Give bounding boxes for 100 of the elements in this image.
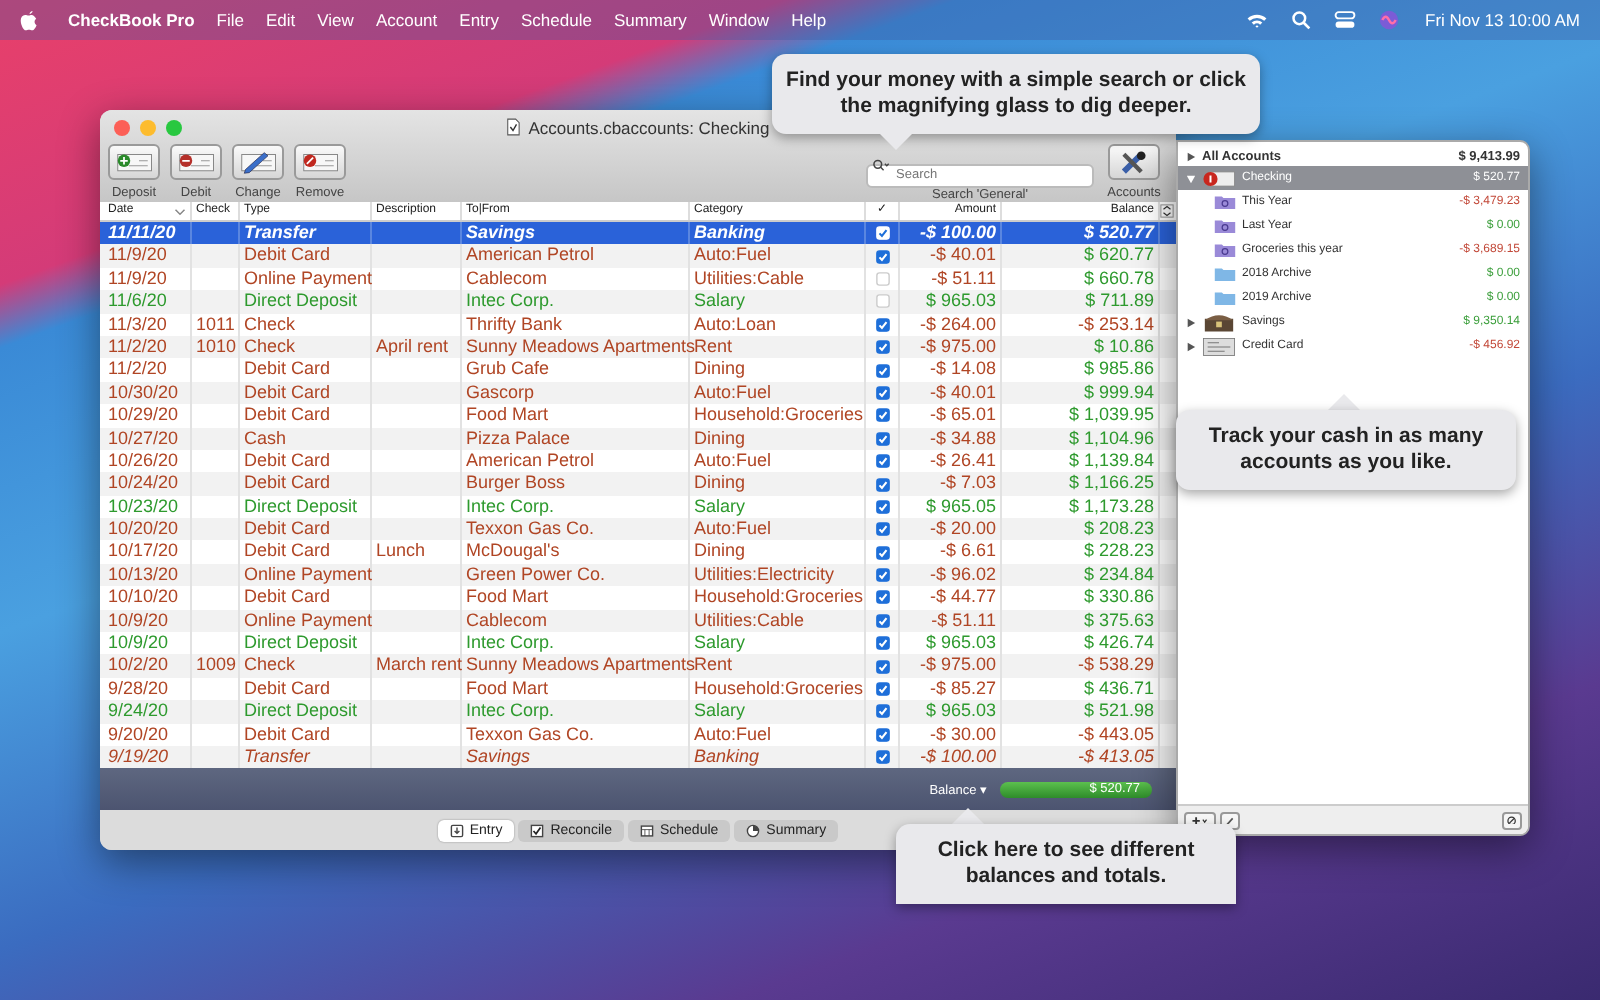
menu-item[interactable]: Entry xyxy=(459,10,499,30)
pie-chart-icon xyxy=(746,823,761,838)
cleared-checkbox[interactable] xyxy=(875,408,889,423)
table-row[interactable]: 11/9/20 Debit Card American Petrol Auto:Fuel -$ 40.01 $ 620.77 xyxy=(100,244,1176,268)
table-row[interactable]: 9/24/20 Direct Deposit Intec Corp. Salary $ 965.03 $ 521.98 xyxy=(100,700,1176,724)
callout-tooltip: Find your money with a simple search or click the magnifying glass to dig deeper. xyxy=(772,54,1260,134)
smart-folder-icon xyxy=(1214,194,1236,210)
cleared-checkbox[interactable] xyxy=(875,340,889,355)
cleared-checkbox[interactable] xyxy=(875,727,889,742)
table-cell: $ 10.86 xyxy=(1002,335,1160,359)
menu-item[interactable]: View xyxy=(317,10,354,30)
table-cell: -$ 51.11 xyxy=(900,609,1002,633)
table-cell: Green Power Co. xyxy=(462,563,690,587)
table-cell: Direct Deposit xyxy=(240,290,372,314)
callout-pointer-icon xyxy=(880,134,912,150)
cleared-checkbox[interactable] xyxy=(875,431,889,446)
cleared-checkbox[interactable] xyxy=(875,454,889,469)
table-cell: 10/9/20 xyxy=(100,609,192,633)
table-cell: -$ 975.00 xyxy=(900,335,1002,359)
table-cell: Online Payment xyxy=(240,609,372,633)
table-cell: $ 965.03 xyxy=(900,700,1002,724)
edit-button[interactable] xyxy=(1220,811,1240,829)
search-icon[interactable] xyxy=(1289,10,1312,30)
cleared-checkbox[interactable] xyxy=(875,613,889,628)
calendar-icon xyxy=(639,823,654,838)
table-cell: -$ 96.02 xyxy=(900,563,1002,587)
table-cell: $ 208.23 xyxy=(1002,518,1160,541)
block-button[interactable] xyxy=(1502,811,1522,829)
table-row[interactable]: 10/9/20 Online Payment Cablecom Utilities:Cable -$ 51.11 $ 375.63 xyxy=(100,609,1176,633)
cleared-checkbox[interactable] xyxy=(875,682,889,697)
table-cell: -$ 975.00 xyxy=(900,654,1002,678)
table-cell: Burger Boss xyxy=(462,472,690,496)
menu-item[interactable]: Help xyxy=(791,10,827,30)
table-row[interactable]: 11/2/20 1010 Check April rent Sunny Meadows ApartmentsRent -$ 975.00 $ 10.86 xyxy=(100,335,1176,359)
disclosure-triangle-icon[interactable] xyxy=(1186,341,1196,351)
disclosure-triangle-icon[interactable] xyxy=(1186,317,1196,327)
disclosure-triangle-icon[interactable] xyxy=(1186,151,1196,161)
pencil-check-icon xyxy=(238,150,278,174)
apple-icon[interactable] xyxy=(20,9,38,31)
cleared-checkbox[interactable] xyxy=(875,522,889,537)
table-cell: -$ 7.03 xyxy=(900,472,1002,496)
cleared-checkbox[interactable] xyxy=(875,636,889,651)
cleared-checkbox[interactable] xyxy=(875,385,889,400)
cleared-checkbox[interactable] xyxy=(875,545,889,560)
table-cell: Direct Deposit xyxy=(240,700,372,724)
table-cell: Salary xyxy=(690,700,866,724)
table-row[interactable]: 10/20/20 Debit Card Texxon Gas Co. Auto:Fuel -$ 20.00 $ 208.23 xyxy=(100,518,1176,541)
cleared-checkbox[interactable] xyxy=(875,363,889,378)
table-row[interactable]: 10/13/20 Online Payment Green Power Co. Utilities:Electricity -$ 96.02 $ 234.84 xyxy=(100,563,1176,587)
table-cell: 11/2/20 xyxy=(100,335,192,359)
checkbox-icon xyxy=(530,823,545,838)
table-cell: April rent xyxy=(372,335,462,359)
cleared-checkbox[interactable] xyxy=(875,477,889,491)
table-row[interactable]: 11/11/20 Transfer Savings Banking -$ 100.00 $ 520.77 xyxy=(100,222,1176,245)
menu-item[interactable]: Schedule xyxy=(521,10,592,30)
table-cell: Cash xyxy=(240,427,372,450)
table-cell: Gascorp xyxy=(462,381,690,405)
column-menu-icon[interactable] xyxy=(1160,204,1174,218)
table-row[interactable]: 10/24/20 Debit Card Burger Boss Dining -$ 7.03 $ 1,166.25 xyxy=(100,472,1176,496)
table-cell: $ 965.03 xyxy=(900,290,1002,314)
table-cell: $ 1,104.96 xyxy=(1002,427,1160,450)
callout-tooltip: Track your cash in as many accounts as you like. xyxy=(1176,410,1516,490)
table-cell: Auto:Fuel xyxy=(690,518,866,541)
table-cell: Pizza Palace xyxy=(462,427,690,450)
table-row[interactable]: 11/6/20 Direct Deposit Intec Corp. Salary $ 965.03 $ 711.89 xyxy=(100,290,1176,314)
treasure-chest-icon xyxy=(1202,311,1236,333)
cleared-checkbox[interactable] xyxy=(875,249,889,264)
cleared-checkbox[interactable] xyxy=(875,568,889,583)
clock: Fri Nov 13 10:00 AM xyxy=(1425,10,1580,30)
check-icon xyxy=(114,150,154,174)
cleared-checkbox[interactable] xyxy=(875,499,889,514)
menu-item[interactable]: Window xyxy=(708,10,770,30)
app-menu[interactable]: CheckBook Pro xyxy=(68,10,195,30)
table-row[interactable]: 10/27/20 Cash Pizza Palace Dining -$ 34.88 $ 1,104.96 xyxy=(100,427,1176,450)
menu-item[interactable]: Account xyxy=(375,10,438,30)
table-cell: Debit Card xyxy=(240,472,372,496)
table-row[interactable]: 9/19/20 Transfer Savings Banking -$ 100.00 -$ 413.05 xyxy=(100,745,1176,769)
cleared-checkbox[interactable] xyxy=(875,226,889,241)
table-row[interactable]: 10/30/20 Debit Card Gascorp Auto:Fuel -$ 40.01 $ 999.94 xyxy=(100,381,1176,405)
control-center-icon[interactable] xyxy=(1333,10,1356,30)
table-cell: American Petrol xyxy=(462,244,690,268)
table-cell: Debit Card xyxy=(240,244,372,268)
cleared-checkbox[interactable] xyxy=(875,590,889,605)
cleared-checkbox[interactable] xyxy=(875,750,889,765)
tools-icon xyxy=(1118,149,1150,175)
table-cell: Debit Card xyxy=(240,518,372,541)
table-cell: $ 375.63 xyxy=(1002,609,1160,633)
cleared-checkbox[interactable] xyxy=(875,659,889,674)
wifi-icon[interactable] xyxy=(1245,10,1268,30)
cleared-checkbox[interactable] xyxy=(875,317,889,332)
cleared-checkbox[interactable] xyxy=(875,704,889,719)
menu-item[interactable]: File xyxy=(216,10,244,30)
menu-item[interactable]: Edit xyxy=(266,10,296,30)
table-cell: 10/30/20 xyxy=(100,381,192,405)
disclosure-triangle-icon[interactable] xyxy=(1186,173,1196,183)
statement-icon xyxy=(1202,335,1236,357)
menu-item[interactable]: Summary xyxy=(613,10,687,30)
table-row[interactable]: 10/2/20 1009 Check March rent Sunny Meadows ApartmentsRent -$ 975.00 -$ 538.29 xyxy=(100,654,1176,678)
table-cell: 11/9/20 xyxy=(100,244,192,268)
table-cell: Dining xyxy=(690,427,866,450)
